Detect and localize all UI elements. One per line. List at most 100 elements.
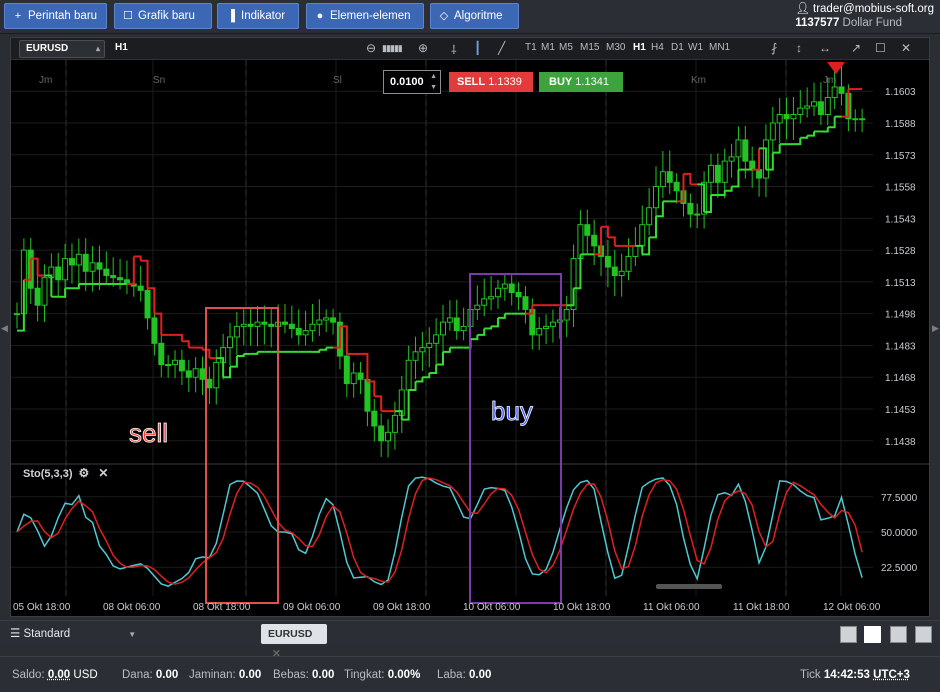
current-timeframe: H1 <box>115 42 128 53</box>
zoom-out-icon[interactable]: ⊖ <box>366 41 376 55</box>
candle-body <box>371 410 378 427</box>
new-chart-button[interactable]: ☐ Grafik baru <box>114 3 212 29</box>
trailing-stop-segment <box>429 364 438 375</box>
price-tick-label: 1.1453 <box>885 405 916 416</box>
new-order-button[interactable]: + Perintah baru <box>4 3 107 29</box>
candle-body <box>62 258 69 281</box>
chart-plot-area[interactable]: 1.1603 1.1588 1.1573 1.1558 1.1543 1.1528 1.15… <box>11 60 929 616</box>
candle-body <box>137 285 144 291</box>
margin-level: Tingkat: 0.00% <box>344 669 421 681</box>
horizontal-scale-icon[interactable]: ↔ <box>819 41 831 55</box>
layout-grid-icon[interactable] <box>864 626 881 643</box>
candle-body <box>790 113 797 120</box>
trailing-stop-segment <box>250 351 259 355</box>
candle-body <box>419 347 426 353</box>
timeframe-m15[interactable]: M15 <box>580 42 599 53</box>
fibonacci-icon[interactable]: ⨏ <box>771 41 777 55</box>
detach-icon[interactable]: ↗ <box>851 41 861 55</box>
candle-body <box>75 253 82 266</box>
timeframe-m30[interactable]: M30 <box>606 42 625 53</box>
candle-body <box>178 359 185 372</box>
trailing-stop-segment <box>236 353 245 358</box>
candle-body <box>481 298 488 306</box>
osc-tick-label: 50.0000 <box>881 528 918 539</box>
trailing-stop-segment <box>477 328 486 336</box>
candle-body <box>213 361 220 389</box>
timeframe-d1[interactable]: D1 <box>671 42 684 53</box>
timeframe-w1[interactable]: W1 <box>688 42 703 53</box>
margin: Jaminan: 0.00 <box>189 669 262 681</box>
price-tick-label: 1.1468 <box>885 373 916 384</box>
candlestick-icon[interactable]: ┃ <box>474 41 481 55</box>
layout-columns-icon[interactable] <box>890 626 907 643</box>
timeframe-m1[interactable]: M1 <box>541 42 555 53</box>
candle-body <box>618 270 625 277</box>
sell-button[interactable]: SELL 1.1339 <box>449 72 533 92</box>
collapse-right-icon[interactable]: ▶ <box>932 323 939 334</box>
candle-body <box>508 283 515 293</box>
candle-body <box>89 262 96 272</box>
indicators-button[interactable]: ▐ Indikator <box>217 3 299 29</box>
buy-button[interactable]: BUY 1.1341 <box>539 72 623 92</box>
timeframe-h4[interactable]: H4 <box>651 42 664 53</box>
candle-body <box>41 277 48 306</box>
chart-window: EURUSD ▴ H1 ⊖ ▮▮▮▮▮ ⊕ ⸸ ┃ ╱ T1 M1 M5 M15 M30 H… <box>10 37 930 617</box>
candle-body <box>488 296 495 300</box>
plus-icon: + <box>14 10 22 22</box>
workspace-bar: ☰ Standard ▼ EURUSD ✕ <box>0 620 940 660</box>
line-chart-icon[interactable]: ╱ <box>498 41 505 55</box>
horizontal-scrollbar[interactable] <box>656 584 722 589</box>
timeframe-mn1[interactable]: MN1 <box>709 42 730 53</box>
candle-body <box>625 255 632 272</box>
symbol-select[interactable]: EURUSD ▴ <box>19 40 105 58</box>
timeframe-t1[interactable]: T1 <box>525 42 537 53</box>
price-tick-label: 1.1483 <box>885 341 916 352</box>
candle-body <box>453 317 460 332</box>
time-axis-label: 10 Okt 06:00 <box>463 602 521 613</box>
day-label: Jm <box>39 75 52 86</box>
bar-chart-icon[interactable]: ⸸ <box>451 41 457 58</box>
candle-body <box>281 321 288 325</box>
chart-tab[interactable]: EURUSD ✕ <box>261 624 327 660</box>
trailing-stop-segment <box>443 347 451 353</box>
candle-body <box>714 164 721 183</box>
account-info[interactable]: 👤︎ trader@mobius-soft.org 1137577 Dollar… <box>795 2 934 30</box>
settings-gear-icon[interactable]: ⚙ <box>79 466 90 480</box>
trailing-stop-segment <box>731 169 740 188</box>
candle-body <box>769 122 776 141</box>
candle-body <box>653 186 659 209</box>
balance: Saldo: 0.00 USD <box>12 669 98 681</box>
trailing-stop-segment <box>181 340 190 348</box>
zoom-slider[interactable]: ▮▮▮▮▮ <box>382 43 403 54</box>
main-toolbar: + Perintah baru ☐ Grafik baru ▐ Indikator ●… <box>0 0 940 34</box>
layout-rows-icon[interactable] <box>915 626 932 643</box>
collapse-left-icon[interactable]: ◀ <box>1 323 8 334</box>
timeframe-m5[interactable]: M5 <box>559 42 573 53</box>
timezone-select[interactable]: UTC+3 <box>873 669 910 681</box>
day-label: Km <box>691 75 706 86</box>
trailing-stop-segment <box>607 236 616 246</box>
close-chart-icon[interactable]: ✕ <box>901 41 911 55</box>
time-axis-label: 09 Okt 06:00 <box>283 602 341 613</box>
candle-body <box>735 139 742 158</box>
maximize-icon[interactable]: ☐ <box>875 41 886 55</box>
zoom-in-icon[interactable]: ⊕ <box>418 41 428 55</box>
vertical-scale-icon[interactable]: ↕ <box>796 41 802 55</box>
current-bar-marker <box>827 62 845 74</box>
candle-body <box>515 291 522 298</box>
algorithm-button[interactable]: ◇ Algoritme <box>430 3 519 29</box>
trailing-stop-segment <box>772 144 781 154</box>
candle-body <box>694 213 701 216</box>
algorithm-icon: ◇ <box>439 10 449 22</box>
day-label: Sl <box>333 75 342 86</box>
remove-indicator-icon[interactable]: ✕ <box>98 466 108 480</box>
osc-tick-label: 22.5000 <box>881 563 918 574</box>
timeframe-h1[interactable]: H1 <box>633 42 646 53</box>
elements-button[interactable]: ● Elemen-elemen <box>306 3 424 29</box>
quantity-input[interactable]: 0.0100 ▲ ▼ <box>383 70 441 94</box>
stepper-icon[interactable]: ▲ ▼ <box>430 71 437 93</box>
workspace-select[interactable]: ☰ Standard ▼ <box>10 626 136 640</box>
layout-single-icon[interactable] <box>840 626 857 643</box>
candle-body <box>14 313 20 316</box>
candle-body <box>852 118 859 121</box>
